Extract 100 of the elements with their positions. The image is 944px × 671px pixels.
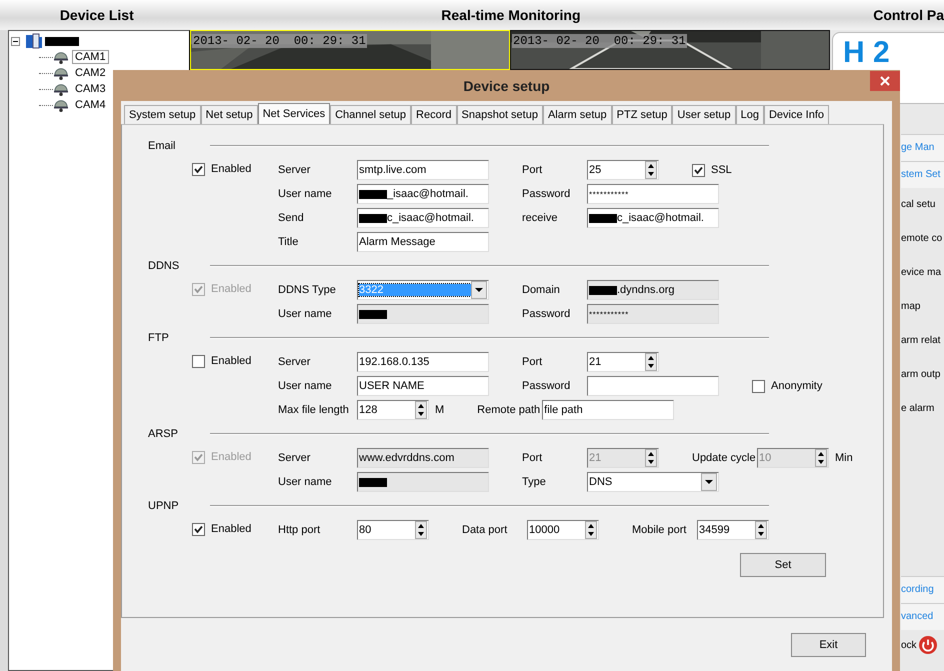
field-label: Http port bbox=[278, 524, 322, 536]
field-label: Password bbox=[522, 188, 572, 200]
field-label: DDNS Type bbox=[278, 284, 337, 296]
field-label: Max file length bbox=[278, 404, 350, 416]
dome-camera-icon bbox=[53, 82, 69, 96]
video-tile[interactable]: 2013- 02- 20 00: 29: 31 bbox=[510, 30, 830, 70]
input-field[interactable]: *********** bbox=[587, 184, 719, 204]
checkbox-label: Enabled bbox=[211, 355, 252, 367]
checkbox-label: Enabled bbox=[211, 451, 252, 463]
tab[interactable]: Net Services bbox=[258, 103, 330, 124]
spin-arrows-icon[interactable] bbox=[415, 401, 427, 419]
input-field[interactable] bbox=[587, 376, 719, 396]
checkbox[interactable] bbox=[752, 380, 765, 392]
field-label: Server bbox=[278, 356, 312, 368]
spin-field[interactable]: 25 bbox=[587, 160, 659, 180]
field-label: Password bbox=[522, 308, 572, 320]
tab[interactable]: Channel setup bbox=[330, 105, 412, 124]
field-label: Mobile port bbox=[632, 524, 688, 536]
checkbox[interactable] bbox=[192, 522, 205, 536]
checkbox[interactable] bbox=[692, 164, 705, 176]
panel-item[interactable]: evice ma bbox=[901, 256, 944, 290]
checkbox-label: Enabled bbox=[211, 283, 252, 295]
camera-item[interactable]: CAM2 bbox=[72, 66, 109, 80]
tab[interactable]: Alarm setup bbox=[542, 105, 612, 124]
tab[interactable]: Device Info bbox=[764, 105, 830, 124]
panel-item[interactable]: ock bbox=[901, 640, 917, 650]
spin-arrows-icon[interactable] bbox=[645, 353, 657, 371]
spin-field[interactable]: 21 bbox=[587, 352, 659, 372]
tab[interactable]: Log bbox=[736, 105, 764, 124]
panel-item[interactable]: cal setu bbox=[901, 188, 944, 222]
power-icon[interactable] bbox=[918, 636, 937, 654]
panel-item[interactable]: emote co bbox=[901, 222, 944, 256]
field-label: Domain bbox=[522, 284, 561, 296]
spin-field[interactable]: 128 bbox=[357, 400, 429, 420]
spin-field[interactable]: 10000 bbox=[527, 520, 599, 540]
video-tile[interactable]: 2013- 02- 20 00: 29: 31 bbox=[190, 30, 510, 70]
panel-tab[interactable]: stem Set bbox=[901, 161, 944, 188]
field-label: Send bbox=[278, 212, 305, 224]
input-field[interactable]: smtp.live.com bbox=[357, 160, 489, 180]
field-label: Port bbox=[522, 164, 544, 176]
panel-item[interactable]: arm outp bbox=[901, 358, 944, 392]
field-label: Port bbox=[522, 452, 544, 464]
camera-item[interactable]: CAM1 bbox=[72, 50, 109, 64]
collapse-toggle[interactable] bbox=[11, 36, 23, 46]
panel-tab[interactable]: cording bbox=[901, 576, 944, 603]
field-label: Data port bbox=[462, 524, 508, 536]
checkbox-label: SSL bbox=[711, 164, 732, 176]
tab[interactable]: Snapshot setup bbox=[456, 105, 543, 124]
input-field[interactable]: USER NAME bbox=[357, 376, 489, 396]
panel-tab[interactable]: vanced bbox=[901, 603, 944, 630]
spin-arrows-icon[interactable] bbox=[645, 161, 657, 179]
input-field[interactable]: 192.168.0.135 bbox=[357, 352, 489, 372]
dropdown[interactable]: DNS bbox=[587, 472, 719, 492]
spin-arrows-icon[interactable] bbox=[755, 521, 767, 539]
tab[interactable]: Net setup bbox=[200, 105, 258, 124]
section-title: ARSP bbox=[148, 428, 179, 440]
spin-field[interactable]: 34599 bbox=[697, 520, 769, 540]
camera-item[interactable]: CAM4 bbox=[72, 98, 109, 112]
caret-icon bbox=[471, 281, 487, 299]
tab[interactable]: User setup bbox=[672, 105, 736, 124]
input-field[interactable]: c_isaac@hotmail. bbox=[587, 208, 719, 228]
dome-camera-icon bbox=[53, 98, 69, 112]
unit-label: M bbox=[435, 404, 444, 416]
checkbox[interactable] bbox=[192, 162, 205, 176]
tab[interactable]: PTZ setup bbox=[612, 105, 672, 124]
spin-arrows-icon[interactable] bbox=[415, 521, 427, 539]
device-icon bbox=[25, 33, 43, 49]
tab[interactable]: Record bbox=[411, 105, 457, 124]
exit-button[interactable]: Exit bbox=[791, 633, 866, 657]
checkbox[interactable] bbox=[192, 354, 205, 368]
field-label: Password bbox=[522, 380, 572, 392]
caret-icon bbox=[701, 473, 717, 491]
field-label: User name bbox=[278, 188, 333, 200]
checkbox-label: Enabled bbox=[211, 163, 252, 175]
panel-title: Control Pa bbox=[872, 7, 944, 23]
spin-arrows-icon[interactable] bbox=[585, 521, 597, 539]
dialog-title: Device setup bbox=[463, 78, 550, 94]
panel-item[interactable]: map bbox=[901, 290, 944, 324]
set-button[interactable]: Set bbox=[740, 553, 826, 577]
camera-item[interactable]: CAM3 bbox=[72, 82, 109, 96]
panel-item[interactable]: e alarm bbox=[901, 392, 944, 426]
input-field[interactable]: _isaac@hotmail. bbox=[357, 184, 489, 204]
panel-title: Real-time Monitoring bbox=[440, 7, 582, 23]
input-field[interactable]: file path bbox=[542, 400, 674, 420]
panel-item[interactable]: arm relat bbox=[901, 324, 944, 358]
checkbox-label: Anonymity bbox=[771, 380, 822, 392]
close-button[interactable] bbox=[870, 71, 900, 91]
tab[interactable]: System setup bbox=[124, 105, 201, 124]
close-icon bbox=[880, 76, 890, 86]
input-field[interactable]: c_isaac@hotmail. bbox=[357, 208, 489, 228]
field-label: Port bbox=[522, 356, 544, 368]
field-label: Server bbox=[278, 164, 312, 176]
checkbox-label: Enabled bbox=[211, 523, 252, 535]
input-field[interactable]: Alarm Message bbox=[357, 232, 489, 252]
logo-text: H 2 bbox=[842, 38, 890, 68]
panel-tab[interactable]: ge Man bbox=[901, 134, 944, 161]
unit-label: Min bbox=[835, 452, 853, 464]
spin-field[interactable]: 80 bbox=[357, 520, 429, 540]
field-label: receive bbox=[522, 212, 558, 224]
field-label: User name bbox=[278, 476, 333, 488]
